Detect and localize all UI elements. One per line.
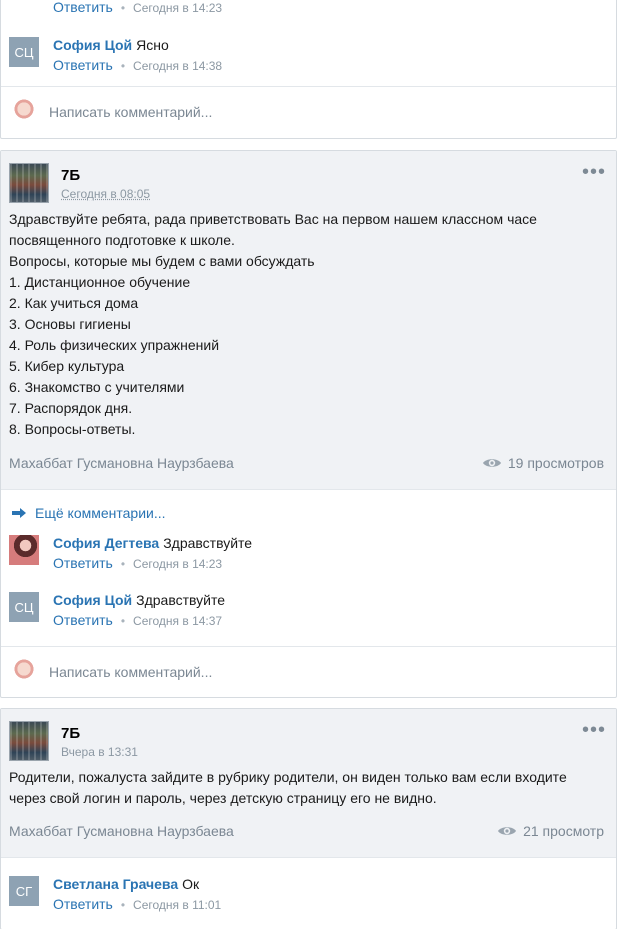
separator-dot: •: [120, 557, 126, 571]
divider: [1, 857, 616, 858]
group-avatar[interactable]: [9, 721, 49, 761]
post-author[interactable]: Махаббат Гусмановна Наурзбаева: [9, 823, 234, 839]
comment-time: Сегодня в 14:23: [133, 1, 223, 15]
post-text-line: через свой логин и пароль, через детскую…: [9, 790, 437, 806]
reply-link[interactable]: Ответить: [53, 555, 113, 571]
reply-link[interactable]: Ответить: [53, 57, 113, 73]
comment: СЦ София Цой Ясно Ответить • Сегодня в 14:3…: [1, 37, 616, 87]
post-date[interactable]: Сегодня в 08:05: [61, 187, 150, 201]
comment-input[interactable]: Написать комментарий...: [49, 664, 212, 680]
post: 7Б Вчера в 13:31 ••• Родители, пожалуста…: [0, 708, 617, 929]
comment-text: Здравствуйте: [136, 592, 226, 608]
post-text-line: Родители, пожалуста зайдите в рубрику ро…: [9, 769, 567, 785]
comment-input[interactable]: Написать комментарий...: [49, 104, 212, 120]
post-text-line: 6. Знакомство с учителями: [9, 379, 185, 395]
more-comments-link[interactable]: Ещё комментарии...: [11, 505, 166, 521]
write-comment-row[interactable]: Написать комментарий...: [1, 646, 616, 697]
post-text-line: 4. Роль физических упражнений: [9, 337, 220, 353]
comment-author[interactable]: София Цой: [53, 592, 132, 608]
post-body: 7Б Сегодня в 08:05 ••• Здравствуйте ребя…: [1, 151, 616, 489]
avatar[interactable]: СЦ: [9, 592, 39, 622]
separator-dot: •: [120, 1, 126, 15]
post-text: Родители, пожалуста зайдите в рубрику ро…: [1, 767, 616, 809]
group-name[interactable]: 7Б: [61, 167, 80, 184]
comment-text: Ок: [182, 876, 200, 892]
reply-link[interactable]: Ответить: [53, 612, 113, 628]
comment-text: Здравствуйте: [163, 535, 253, 551]
avatar[interactable]: СЦ: [9, 37, 39, 67]
my-avatar: [9, 657, 39, 687]
more-options-icon[interactable]: •••: [582, 162, 606, 182]
previous-post-comments: Ответить • Сегодня в 14:23 СЦ София Цой Ясн…: [0, 0, 617, 139]
post-footer: Махаббат Гусмановна Наурзбаева 21 просмо…: [1, 811, 616, 853]
eye-icon: [498, 827, 517, 835]
divider: [1, 489, 616, 490]
post-text-line: 7. Распорядок дня.: [9, 400, 133, 416]
views-count: 21 просмотр: [497, 823, 604, 839]
comment-text: Ясно: [136, 37, 169, 53]
reply-link[interactable]: Ответить: [53, 896, 113, 912]
post-date[interactable]: Вчера в 13:31: [61, 745, 138, 759]
comment-author[interactable]: София Цой: [53, 37, 132, 53]
write-comment-row[interactable]: Написать комментарий...: [1, 86, 616, 138]
views-label: 19 просмотров: [507, 455, 604, 471]
group-avatar[interactable]: [9, 163, 49, 203]
post-text-line: 8. Вопросы-ответы.: [9, 421, 136, 437]
more-options-icon[interactable]: •••: [582, 720, 606, 740]
post-text-line: 5. Кибер культура: [9, 358, 125, 374]
post-text: Здравствуйте ребята, рада приветствовать…: [1, 209, 616, 440]
my-avatar: [9, 97, 39, 127]
comment-partial: Ответить • Сегодня в 14:23: [1, 0, 616, 39]
post-text-line: Здравствуйте ребята, рада приветствовать…: [9, 211, 537, 227]
comment-time: Сегодня в 14:37: [133, 614, 223, 628]
post-text-line: Вопросы, которые мы будем с вами обсужда…: [9, 253, 315, 269]
comment-time: Сегодня в 11:01: [133, 898, 222, 912]
views-label: 21 просмотр: [523, 823, 604, 839]
post: 7Б Сегодня в 08:05 ••• Здравствуйте ребя…: [0, 150, 617, 698]
comment-author[interactable]: София Дегтева: [53, 535, 159, 551]
eye-icon: [482, 459, 501, 467]
separator-dot: •: [120, 59, 126, 73]
separator-dot: •: [120, 898, 126, 912]
separator-dot: •: [120, 614, 126, 628]
post-header: 7Б Сегодня в 08:05 •••: [1, 151, 616, 209]
group-name[interactable]: 7Б: [61, 725, 80, 742]
post-header: 7Б Вчера в 13:31 •••: [1, 709, 616, 767]
comment-time: Сегодня в 14:23: [133, 557, 223, 571]
reply-link[interactable]: Ответить: [53, 0, 113, 15]
arrow-right-icon: [12, 508, 26, 518]
more-comments-label[interactable]: Ещё комментарии...: [35, 505, 166, 521]
comment-author[interactable]: Светлана Грачева: [53, 876, 178, 892]
post-footer: Махаббат Гусмановна Наурзбаева 19 просмо…: [1, 443, 616, 485]
post-text-line: 2. Как учиться дома: [9, 295, 139, 311]
post-text-line: 1. Дистанционное обучение: [9, 274, 191, 290]
comment: СГ Светлана Грачева Ок Ответить • Сегодня в…: [1, 876, 616, 926]
comment-time: Сегодня в 14:38: [133, 59, 223, 73]
post-body: 7Б Вчера в 13:31 ••• Родители, пожалуста…: [1, 709, 616, 857]
post-author[interactable]: Махаббат Гусмановна Наурзбаева: [9, 455, 234, 471]
views-count: 19 просмотров: [482, 455, 604, 471]
avatar[interactable]: СГ: [9, 876, 39, 906]
avatar[interactable]: [9, 535, 39, 565]
comment: СЦ София Цой Здравствуйте Ответить • Сегодн…: [1, 592, 616, 642]
comment: София Дегтева Здравствуйте Ответить • Сегод…: [1, 535, 616, 585]
post-text-line: 3. Основы гигиены: [9, 316, 131, 332]
post-text-line: посвященного подготовке к школе.: [9, 232, 235, 248]
